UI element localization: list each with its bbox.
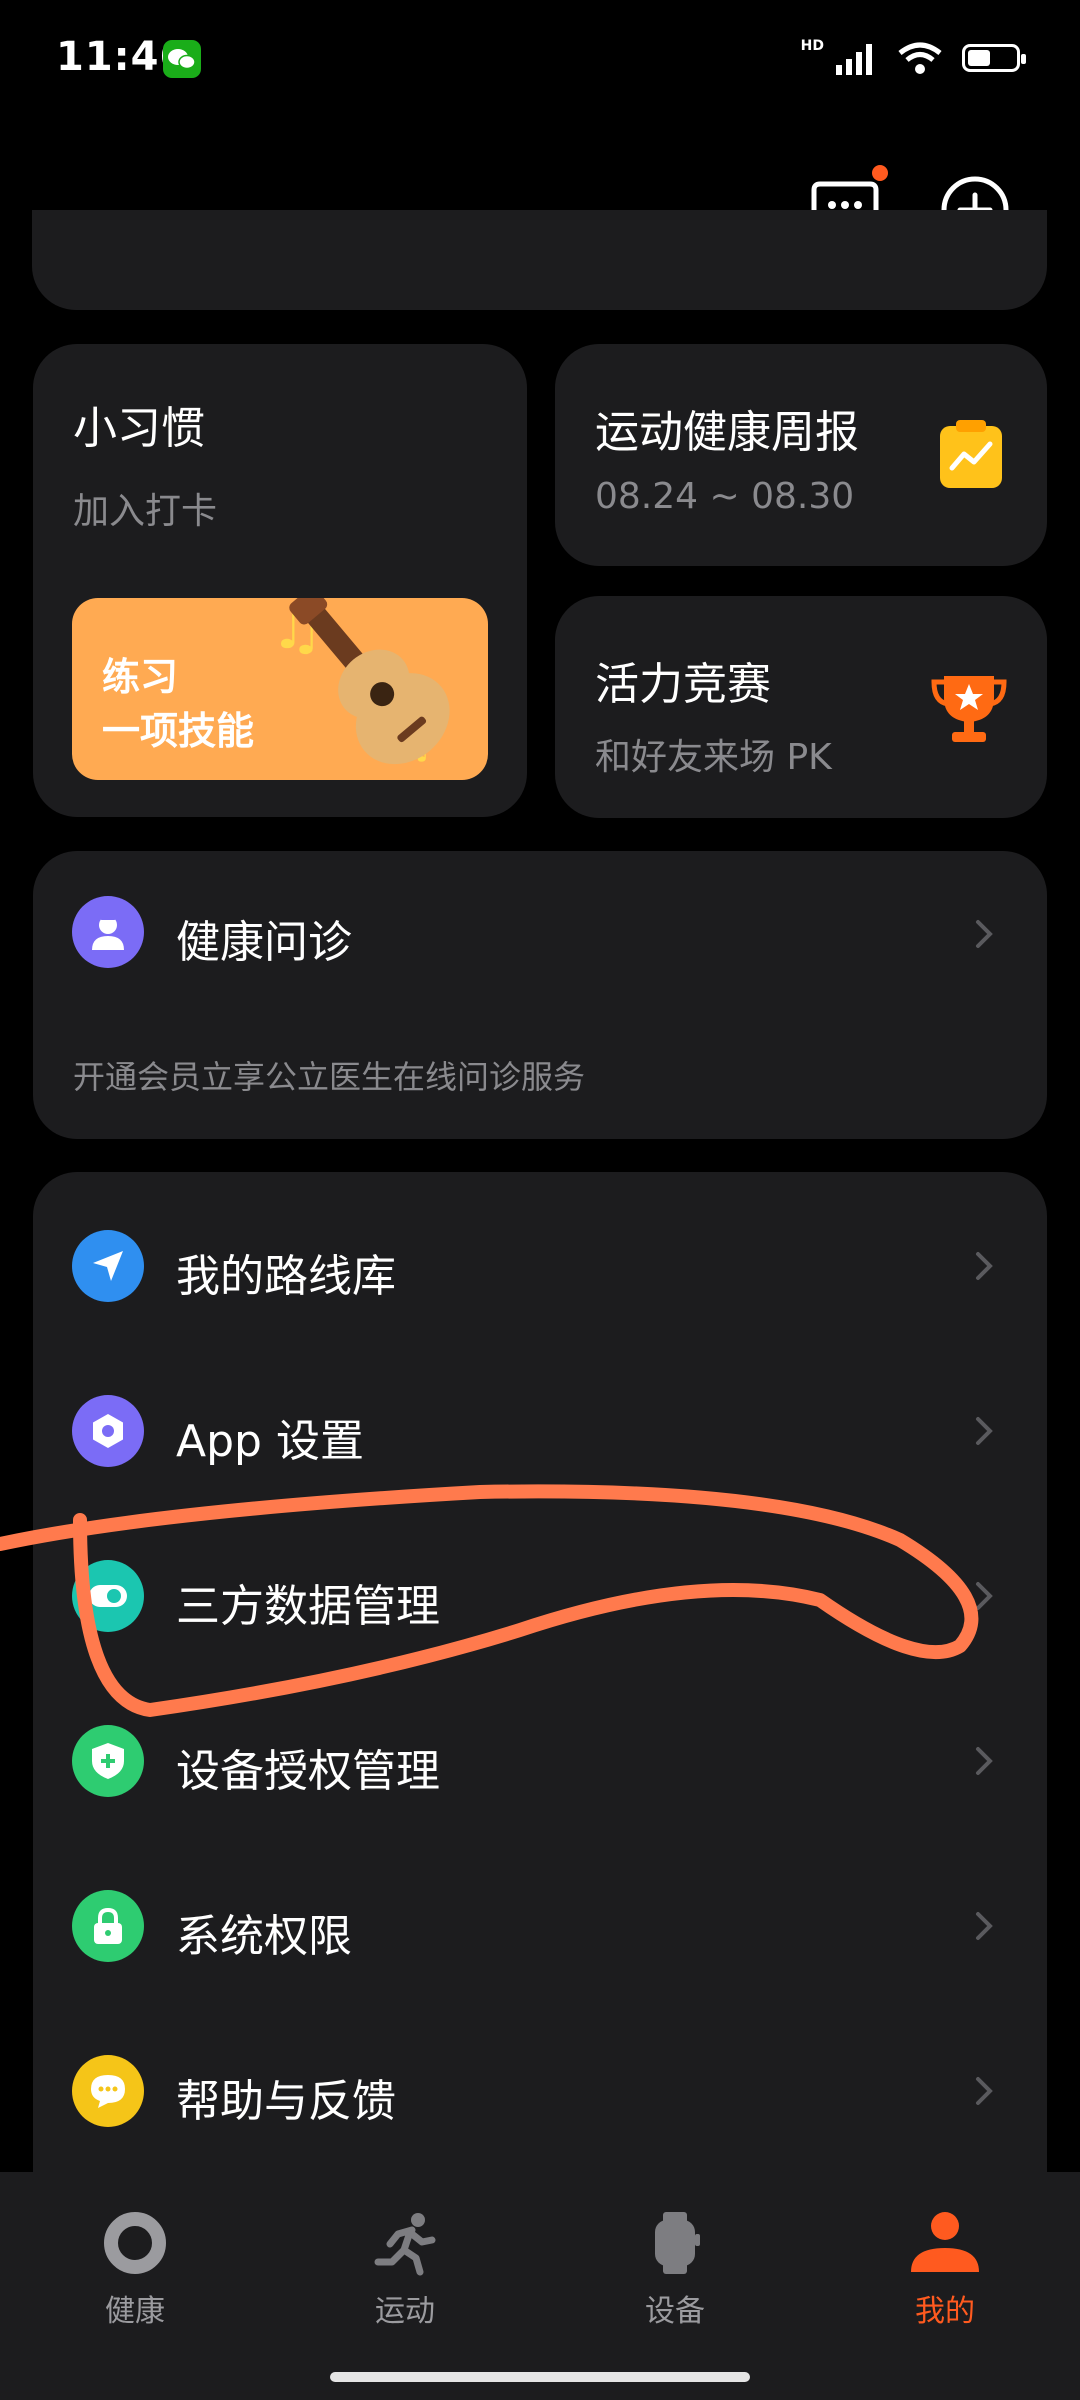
wifi-icon xyxy=(898,42,942,74)
chevron-right-icon xyxy=(970,1411,1000,1451)
ring-icon xyxy=(104,2212,166,2274)
tab-exercise[interactable]: 运动 xyxy=(325,2210,485,2330)
menu-item-system-permissions[interactable]: 系统权限 xyxy=(33,1880,1047,2008)
notification-dot xyxy=(872,165,888,181)
bottom-tab-bar: 健康 运动 设备 我的 xyxy=(0,2172,1080,2400)
chevron-right-icon xyxy=(970,2071,1000,2111)
report-icon xyxy=(938,418,1004,490)
race-title: 活力竞赛 xyxy=(595,659,771,710)
menu-item-label: 帮助与反馈 xyxy=(176,2076,396,2127)
weekly-report-title: 运动健康周报 xyxy=(595,407,859,458)
network-label: HD xyxy=(800,38,824,54)
home-indicator xyxy=(330,2372,750,2382)
profile-icon xyxy=(911,2212,979,2272)
tab-health[interactable]: 健康 xyxy=(55,2210,215,2330)
ukulele-icon: ♫ ♫ xyxy=(270,598,450,767)
skill-banner[interactable]: 练习 一项技能 ♫ ♫ xyxy=(72,598,488,780)
navigation-icon xyxy=(72,1230,144,1302)
chevron-right-icon xyxy=(970,1246,1000,1286)
settings-icon xyxy=(72,1395,144,1467)
chevron-right-icon xyxy=(970,1906,1000,1946)
signal-icon xyxy=(836,44,872,75)
health-consult-label: 健康问诊 xyxy=(176,917,352,968)
habit-title: 小习惯 xyxy=(73,403,205,454)
tab-label: 健康 xyxy=(105,2294,165,2329)
tab-label: 设备 xyxy=(645,2294,705,2329)
menu-item-label: 系统权限 xyxy=(176,1911,352,1962)
consult-note: 开通会员立享公立医生在线问诊服务 xyxy=(73,1058,586,1096)
running-icon xyxy=(374,2213,436,2276)
annotation-scribble xyxy=(0,1484,979,1717)
race-subtitle: 和好友来场 PK xyxy=(595,737,832,778)
tab-label: 我的 xyxy=(915,2294,975,2329)
menu-item-route-library[interactable]: 我的路线库 xyxy=(33,1220,1047,1348)
wechat-icon xyxy=(163,40,201,78)
banner-line-2: 一项技能 xyxy=(102,709,255,753)
trophy-icon xyxy=(930,668,1008,746)
lock-icon xyxy=(72,1890,144,1962)
menu-item-label: 我的路线库 xyxy=(176,1251,396,1302)
previous-card-edge xyxy=(32,210,1047,310)
banner-line-1: 练习 xyxy=(102,655,179,699)
tab-devices[interactable]: 设备 xyxy=(595,2210,755,2330)
watch-icon xyxy=(655,2212,700,2274)
weekly-report-date: 08.24 ~ 08.30 xyxy=(595,476,855,517)
status-indicators: HD xyxy=(800,36,1026,80)
habit-subtitle: 加入打卡 xyxy=(73,491,218,532)
chevron-right-icon xyxy=(970,914,1000,954)
menu-item-help-feedback[interactable]: 帮助与反馈 xyxy=(33,2045,1047,2173)
tab-label: 运动 xyxy=(375,2294,435,2329)
doctor-icon xyxy=(72,896,144,968)
tab-mine[interactable]: 我的 xyxy=(865,2210,1025,2330)
battery-icon xyxy=(962,44,1026,72)
chat-icon xyxy=(72,2055,144,2127)
